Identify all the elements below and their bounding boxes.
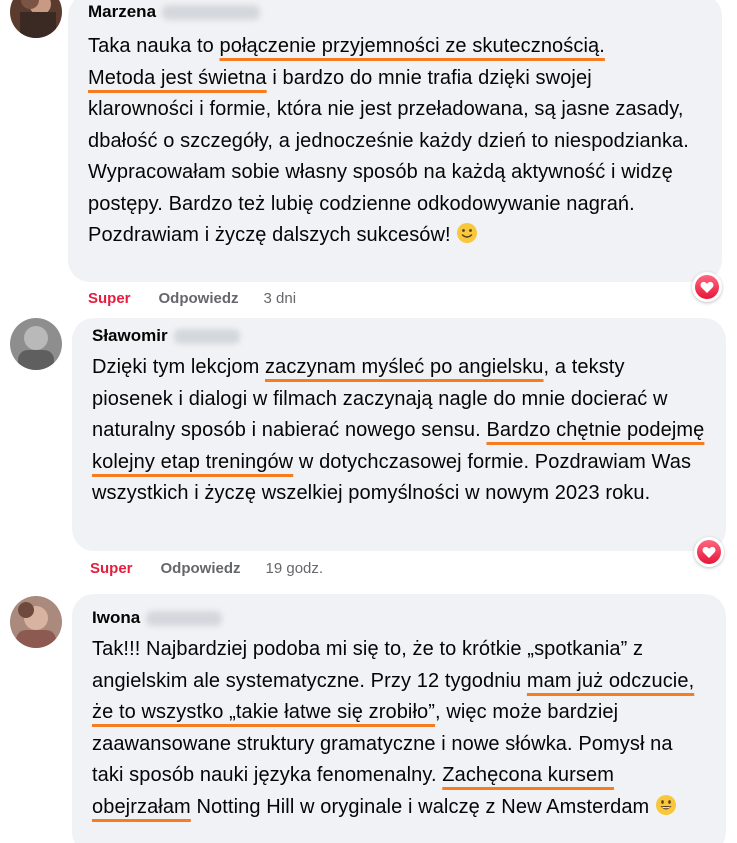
comment-text: Tak!!! Najbardziej podoba mi się to, że … (92, 630, 706, 826)
comment: Marzena Taka nauka to połączenie przyjem… (0, 0, 737, 310)
comment-author[interactable]: Sławomir (92, 324, 706, 348)
blurred-surname (173, 328, 240, 344)
grinning-face-emoji (655, 794, 677, 827)
blurred-surname (162, 4, 261, 20)
comment-text: Dzięki tym lekcjom zaczynam myśleć po an… (92, 348, 706, 510)
timestamp[interactable]: 3 dni (264, 290, 297, 307)
reaction-label[interactable]: Super (90, 560, 133, 577)
comment-actions: Super Odpowiedz 19 godz. (90, 560, 323, 577)
comment-actions: Super Odpowiedz 3 dni (88, 290, 296, 307)
avatar[interactable] (10, 318, 62, 370)
author-name[interactable]: Sławomir (92, 325, 168, 347)
comment-bubble: Marzena Taka nauka to połączenie przyjem… (68, 0, 722, 282)
comment-author[interactable]: Iwona (92, 606, 706, 630)
comment-author[interactable]: Marzena (88, 0, 702, 24)
highlighted-phrase: Metoda jest świetna (88, 66, 267, 89)
comment-segment: Notting Hill w oryginale i walczę z New … (190, 795, 655, 818)
reply-button[interactable]: Odpowiedz (159, 290, 239, 307)
avatar[interactable] (10, 0, 62, 38)
reaction-label[interactable]: Super (88, 290, 131, 307)
comment-segment: Dzięki tym lekcjom (92, 356, 266, 378)
love-reaction-icon[interactable] (692, 272, 722, 302)
comment-segment: i bardzo do mnie trafia dzięki swojej kl… (88, 66, 689, 247)
comment-text: Taka nauka to połączenie przyjemności ze… (88, 24, 702, 255)
author-name[interactable]: Marzena (88, 1, 156, 23)
comment-bubble: Iwona Tak!!! Najbardziej podoba mi się t… (72, 594, 726, 843)
timestamp[interactable]: 19 godz. (266, 560, 324, 577)
author-name[interactable]: Iwona (92, 607, 140, 629)
slightly-smiling-face-emoji (456, 222, 478, 255)
avatar[interactable] (10, 596, 62, 648)
comment-bubble: Sławomir Dzięki tym lekcjom zaczynam myś… (72, 318, 726, 551)
highlighted-phrase: połączenie przyjemności ze skutecznością… (219, 35, 605, 57)
love-reaction-icon[interactable] (694, 537, 724, 567)
comment: Iwona Tak!!! Najbardziej podoba mi się t… (0, 590, 737, 843)
comment-segment: Taka nauka to (88, 35, 220, 57)
reply-button[interactable]: Odpowiedz (161, 560, 241, 577)
comment: Sławomir Dzięki tym lekcjom zaczynam myś… (0, 310, 737, 590)
blurred-surname (146, 610, 223, 626)
highlighted-phrase: zaczynam myśleć po angielsku (265, 356, 544, 378)
